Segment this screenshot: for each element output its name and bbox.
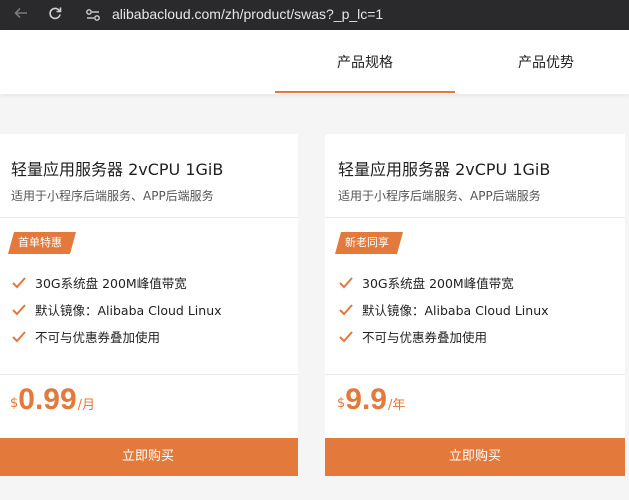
tab-product-spec[interactable]: 产品规格 [275, 30, 455, 94]
buy-now-button[interactable]: 立即购买 [0, 438, 298, 476]
card-header: 轻量应用服务器 2vCPU 1GiB 适用于小程序后端服务、APP后端服务 [325, 134, 625, 218]
price-amount: 9.9 [345, 383, 387, 416]
card-header: 轻量应用服务器 2vCPU 1GiB 适用于小程序后端服务、APP后端服务 [0, 134, 298, 218]
price: $0.99/月 [10, 383, 95, 417]
check-icon [338, 303, 354, 317]
feature-item: 不可与优惠券叠加使用 [338, 328, 487, 348]
tab-product-advantages[interactable]: 产品优势 [456, 30, 629, 94]
feature-item: 默认镜像：Alibaba Cloud Linux [11, 301, 222, 321]
card-subtitle: 适用于小程序后端服务、APP后端服务 [11, 189, 214, 203]
feature-item: 不可与优惠券叠加使用 [11, 328, 160, 348]
back-arrow-icon[interactable] [10, 4, 32, 26]
feature-text: 30G系统盘 200M峰值带宽 [362, 276, 514, 291]
card-divider [0, 374, 298, 375]
pricing-card-monthly: 轻量应用服务器 2vCPU 1GiB 适用于小程序后端服务、APP后端服务 首单… [0, 134, 298, 476]
check-icon [11, 330, 27, 344]
card-subtitle: 适用于小程序后端服务、APP后端服务 [338, 189, 541, 203]
feature-item: 默认镜像：Alibaba Cloud Linux [338, 301, 549, 321]
buy-now-button[interactable]: 立即购买 [325, 438, 625, 476]
site-settings-icon[interactable] [84, 6, 102, 24]
product-tabs: 产品规格 产品优势 [0, 30, 629, 94]
card-title: 轻量应用服务器 2vCPU 1GiB [338, 160, 551, 179]
active-tab-indicator [275, 91, 455, 93]
check-icon [338, 330, 354, 344]
check-icon [11, 303, 27, 317]
check-icon [338, 276, 354, 290]
card-title: 轻量应用服务器 2vCPU 1GiB [11, 160, 224, 179]
feature-text: 不可与优惠券叠加使用 [362, 330, 488, 345]
browser-toolbar: alibabacloud.com/zh/product/swas?_p_lc=1 [0, 0, 629, 30]
feature-item: 30G系统盘 200M峰值带宽 [338, 274, 514, 294]
feature-text: 不可与优惠券叠加使用 [35, 330, 161, 345]
check-icon [11, 276, 27, 290]
reload-icon[interactable] [44, 4, 66, 26]
price-unit: /月 [77, 398, 96, 413]
address-bar[interactable]: alibabacloud.com/zh/product/swas?_p_lc=1 [112, 0, 383, 30]
feature-text: 默认镜像：Alibaba Cloud Linux [362, 303, 549, 318]
feature-item: 30G系统盘 200M峰值带宽 [11, 274, 187, 294]
pricing-card-yearly: 轻量应用服务器 2vCPU 1GiB 适用于小程序后端服务、APP后端服务 新老… [325, 134, 625, 476]
feature-text: 默认镜像：Alibaba Cloud Linux [35, 303, 222, 318]
promo-badge: 首单特惠 [8, 232, 76, 254]
price-unit: /年 [388, 398, 406, 413]
promo-badge: 新老同享 [335, 232, 403, 254]
price-amount: 0.99 [18, 383, 77, 416]
feature-text: 30G系统盘 200M峰值带宽 [35, 276, 187, 291]
price: $9.9/年 [337, 383, 405, 417]
card-divider [325, 374, 625, 375]
